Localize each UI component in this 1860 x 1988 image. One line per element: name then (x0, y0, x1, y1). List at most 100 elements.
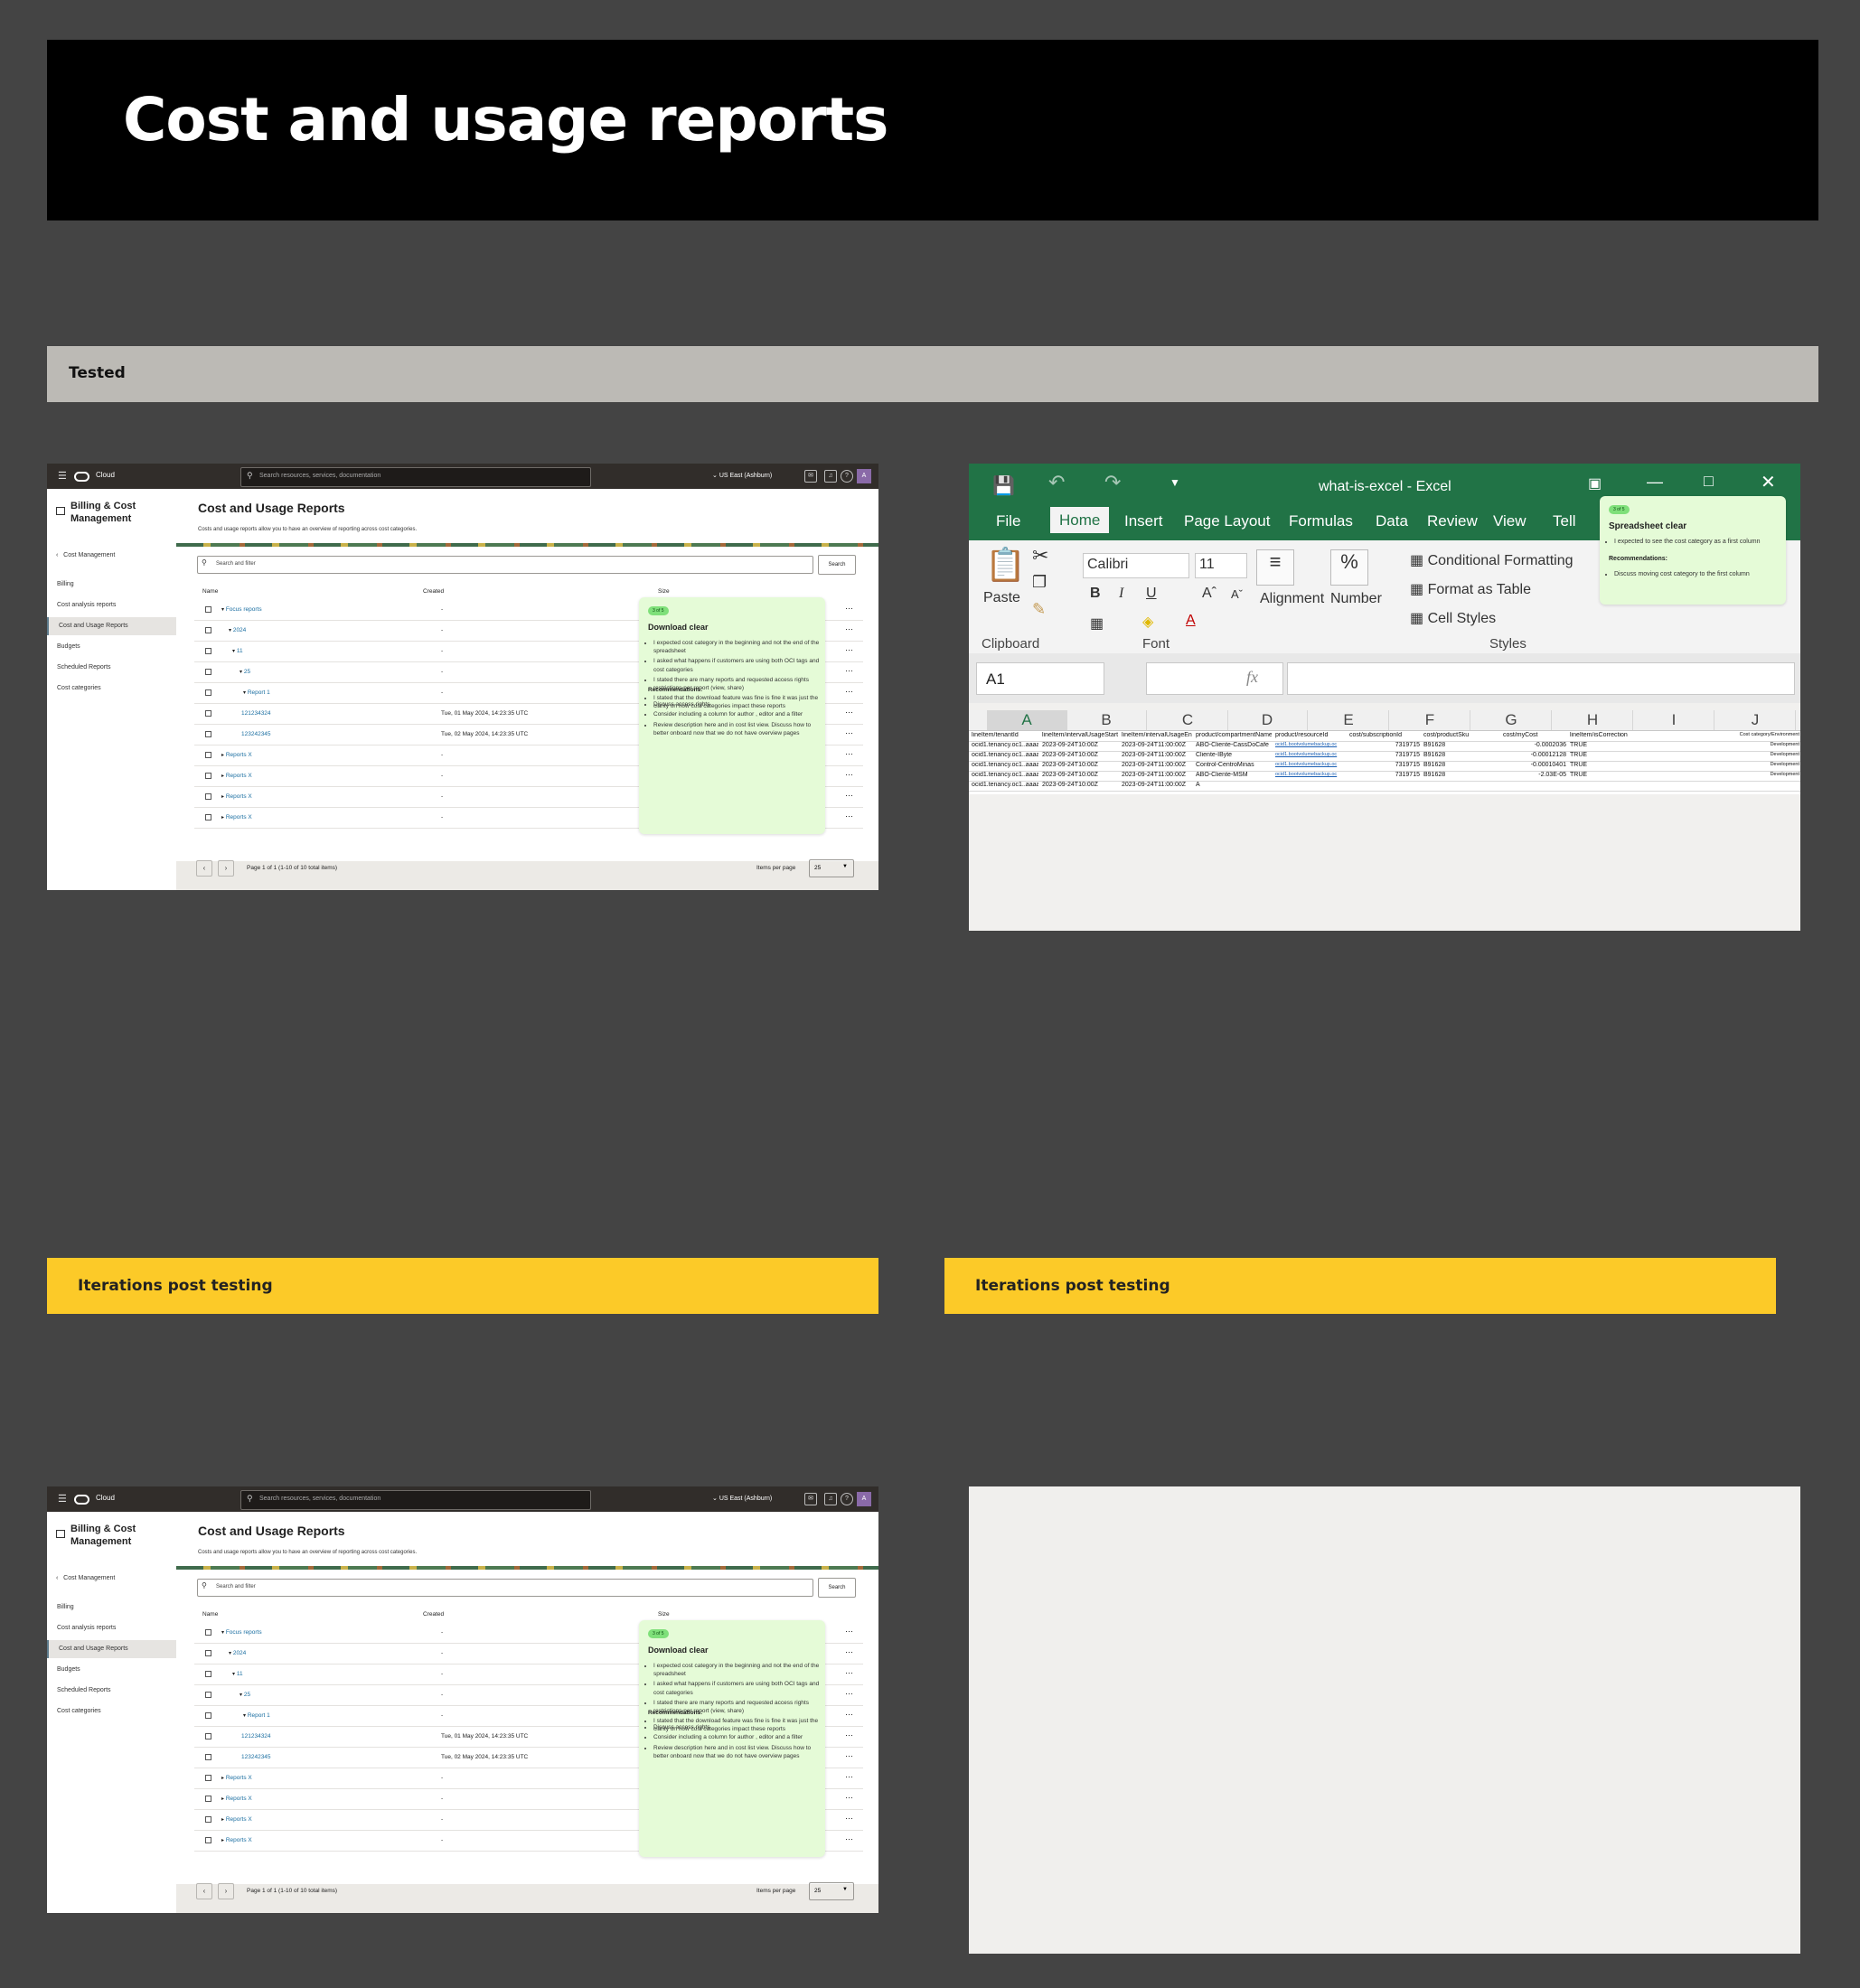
expand-icon[interactable]: ▸ (221, 1838, 224, 1843)
sheet-cell[interactable]: lineItem/intervalUsageEnd (1122, 732, 1192, 738)
row-actions-icon[interactable]: ⋯ (845, 1751, 853, 1761)
customize-toolbar-icon[interactable]: ▼ (1170, 476, 1180, 489)
row-actions-icon[interactable]: ⋯ (845, 687, 853, 697)
sheet-cell[interactable]: cost/subscriptionId (1349, 732, 1420, 738)
row-name-link[interactable]: ▸ Reports X (221, 773, 252, 779)
row-actions-icon[interactable]: ⋯ (845, 708, 853, 717)
row-checkbox[interactable] (205, 606, 211, 613)
sheet-cell[interactable]: ocid1.tenancy.oc1..aaaa (972, 762, 1038, 768)
row-checkbox[interactable] (205, 1816, 211, 1823)
menu-icon[interactable]: ☰ (58, 1493, 67, 1505)
row-name-link[interactable]: ▾ 11 (232, 648, 243, 654)
row-name-link[interactable]: ▾ Report 1 (243, 1712, 270, 1719)
row-name-link[interactable]: 123242345 (241, 1754, 271, 1760)
minimize-icon[interactable]: — (1647, 473, 1663, 492)
sheet-cell[interactable]: lineItem/intervalUsageStart (1042, 732, 1118, 738)
sheet-cell[interactable]: -2.03E-05 (1503, 772, 1566, 778)
close-icon[interactable]: ✕ (1761, 471, 1776, 493)
sidebar-item-budgets[interactable]: Budgets (47, 638, 176, 656)
column-header-d[interactable]: D (1227, 710, 1308, 730)
column-header-j[interactable]: J (1715, 710, 1796, 730)
sheet-cell[interactable]: 7319715 (1349, 762, 1420, 768)
expand-icon[interactable]: ▸ (221, 1817, 224, 1823)
row-name-link[interactable]: ▾ 11 (232, 1671, 243, 1677)
sheet-cell[interactable]: ABO-Cliente-MSM (1196, 772, 1272, 778)
paste-icon[interactable]: 📋 (985, 546, 1026, 584)
sheet-cell[interactable]: 2023-09-24T11:00:00Z (1122, 742, 1192, 748)
row-actions-icon[interactable]: ⋯ (845, 1627, 853, 1636)
expand-icon[interactable]: ▾ (229, 1651, 231, 1656)
ribbon-display-icon[interactable]: ▣ (1588, 474, 1602, 492)
cut-icon[interactable]: ✂ (1032, 544, 1048, 567)
row-actions-icon[interactable]: ⋯ (845, 811, 853, 821)
row-actions-icon[interactable]: ⋯ (845, 624, 853, 634)
sidebar-item-cost-analysis-reports[interactable]: Cost analysis reports (47, 1619, 176, 1637)
column-header-h[interactable]: H (1553, 710, 1633, 730)
sheet-cell[interactable]: ocid1.bootvolumebackup.oc (1275, 742, 1346, 747)
row-name-link[interactable]: ▾ 2024 (229, 627, 246, 633)
avatar[interactable]: A (857, 469, 871, 483)
sheet-cell[interactable]: B91628 (1423, 752, 1499, 758)
row-checkbox[interactable] (205, 1712, 211, 1719)
redo-icon[interactable]: ↷ (1104, 471, 1121, 494)
sidebar-item-cost-categories[interactable]: Cost categories (47, 680, 176, 698)
notifications-icon[interactable]: ♫ (824, 1493, 837, 1505)
sidebar-item-cost-analysis-reports[interactable]: Cost analysis reports (47, 596, 176, 614)
row-checkbox[interactable] (205, 793, 211, 800)
expand-icon[interactable]: ▾ (240, 1693, 242, 1698)
row-actions-icon[interactable]: ⋯ (845, 728, 853, 738)
copy-icon[interactable]: ❐ (1032, 573, 1047, 592)
tab-review[interactable]: Review (1427, 512, 1478, 530)
row-checkbox[interactable] (205, 773, 211, 779)
oracle-logo-icon[interactable] (74, 472, 89, 482)
row-name-link[interactable]: ▸ Reports X (221, 1837, 252, 1843)
sheet-cell[interactable]: ocid1.tenancy.oc1..aaaa (972, 772, 1038, 778)
menu-icon[interactable]: ☰ (58, 470, 67, 482)
tab-data[interactable]: Data (1376, 512, 1408, 530)
row-checkbox[interactable] (205, 1775, 211, 1781)
save-icon[interactable]: 💾 (992, 474, 1015, 497)
borders-icon[interactable]: ▦ (1090, 614, 1104, 633)
row-name-link[interactable]: ▸ Reports X (221, 814, 252, 821)
spreadsheet-grid[interactable]: lineItem/tenantId lineItem/intervalUsageS… (969, 731, 1800, 794)
row-name-link[interactable]: ▾ Report 1 (243, 689, 270, 696)
row-name-link[interactable]: ▸ Reports X (221, 1775, 252, 1781)
sidebar-item-scheduled-reports[interactable]: Scheduled Reports (47, 659, 176, 677)
sheet-cell[interactable]: Development (1640, 762, 1799, 767)
row-actions-icon[interactable]: ⋯ (845, 749, 853, 759)
row-actions-icon[interactable]: ⋯ (845, 604, 853, 614)
undo-icon[interactable]: ↶ (1048, 471, 1065, 494)
expand-icon[interactable]: ▸ (221, 753, 224, 758)
row-checkbox[interactable] (205, 1692, 211, 1698)
sidebar-item-cost-and-usage-reports[interactable]: Cost and Usage Reports (47, 617, 178, 635)
tab-formulas[interactable]: Formulas (1289, 512, 1353, 530)
sheet-cell[interactable]: cost/myCost (1503, 732, 1566, 738)
formula-input[interactable] (1287, 662, 1795, 695)
row-name-link[interactable]: ▾ Focus reports (221, 1629, 262, 1636)
sheet-cell[interactable]: Development (1640, 772, 1799, 777)
tab-tell-me[interactable]: Tell (1553, 512, 1576, 530)
column-header-e[interactable]: E (1309, 710, 1389, 730)
sheet-cell[interactable]: ABO-Cliente-CassDoCafe (1196, 742, 1272, 748)
help-icon[interactable]: ? (841, 1493, 853, 1505)
row-name-link[interactable]: ▸ Reports X (221, 752, 252, 758)
sheet-cell[interactable]: ocid1.tenancy.oc1..aaaa (972, 742, 1038, 748)
column-header-a[interactable]: A (987, 710, 1067, 730)
sheet-cell[interactable]: 2023-09-24T11:00:00Z (1122, 762, 1192, 768)
global-search-input[interactable]: ⚲ Search resources, services, documentat… (240, 1490, 591, 1510)
sidebar-item-billing[interactable]: Billing (47, 1599, 176, 1617)
oracle-logo-icon[interactable] (74, 1495, 89, 1505)
search-button[interactable]: Search (818, 555, 856, 575)
sheet-cell[interactable]: lineItem/isCorrection (1570, 732, 1637, 738)
sheet-cell[interactable]: TRUE (1570, 742, 1637, 748)
expand-icon[interactable]: ▸ (221, 1796, 224, 1802)
expand-icon[interactable]: ▾ (243, 1713, 246, 1719)
maximize-icon[interactable]: □ (1704, 472, 1714, 491)
sheet-cell[interactable]: product/compartmentName (1196, 732, 1272, 738)
sheet-cell[interactable]: 7319715 (1349, 772, 1420, 778)
row-actions-icon[interactable]: ⋯ (845, 1730, 853, 1740)
row-checkbox[interactable] (205, 1796, 211, 1802)
sheet-cell[interactable]: TRUE (1570, 772, 1637, 778)
sheet-cell[interactable]: 7319715 (1349, 752, 1420, 758)
expand-icon[interactable]: ▾ (221, 1630, 224, 1636)
